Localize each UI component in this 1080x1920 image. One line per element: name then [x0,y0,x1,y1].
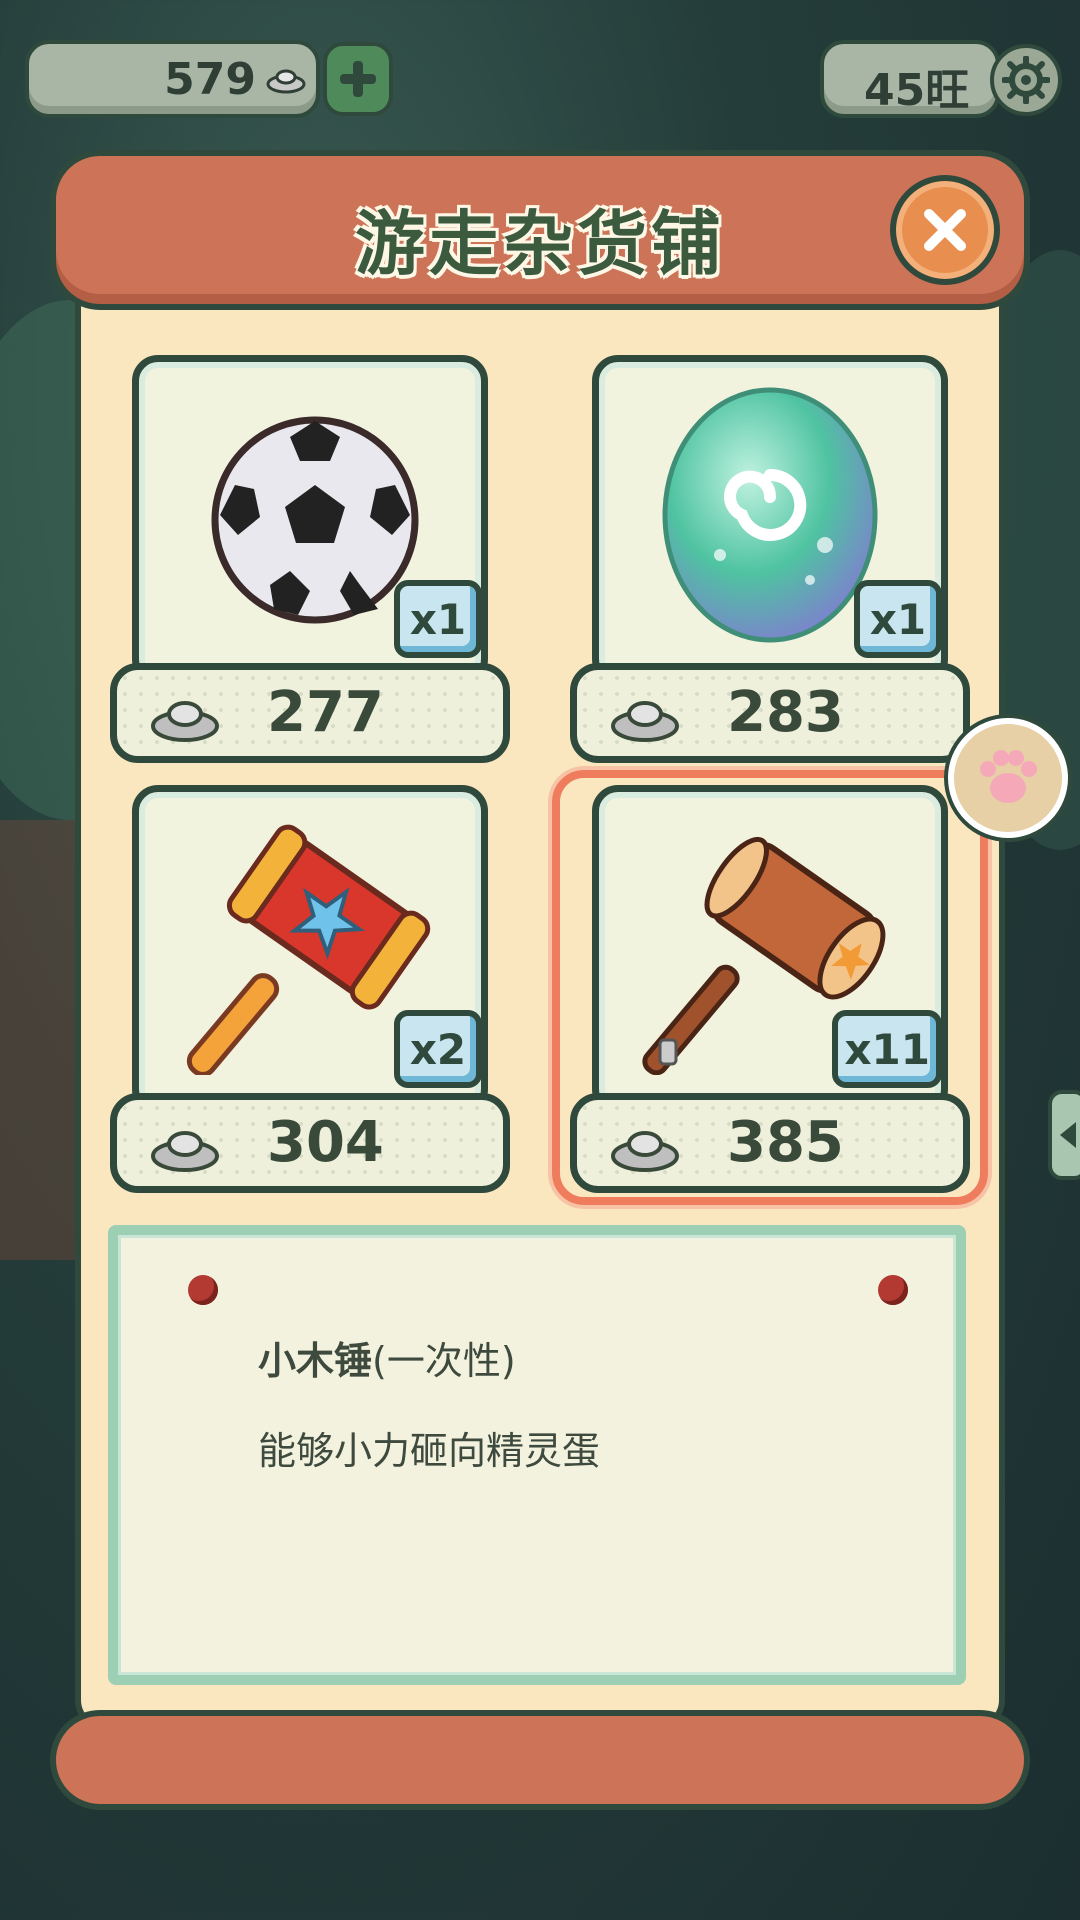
close-icon [924,209,966,251]
quantity-badge: x2 [394,1010,482,1088]
arrow-left-icon [1060,1122,1076,1148]
side-panel-toggle[interactable] [1048,1090,1080,1180]
paw-icon [980,750,1037,803]
shop-footer [50,1710,1030,1810]
level-display: 45旺 [820,40,1000,118]
currency-amount: 579 [164,54,256,105]
shop-item-card-selected[interactable]: x11 385 [570,785,970,1195]
item-price: 283 [727,680,844,745]
add-currency-button[interactable] [323,42,393,116]
silver-ingot-icon [151,701,219,742]
pin-icon [878,1275,908,1305]
settings-button[interactable] [990,44,1062,116]
plus-icon [340,61,376,97]
pin-icon [188,1275,218,1305]
quantity-badge: x11 [832,1010,942,1088]
shop-item-card[interactable]: x1 277 [110,355,510,765]
item-name: 小木锤(一次性) [258,1330,516,1385]
quantity-badge: x1 [394,580,482,658]
shop-title: 游走杂货铺 [355,203,725,285]
silver-ingot-icon [611,1131,679,1172]
level-amount: 45旺 [864,65,970,116]
item-description: 能够小力砸向精灵蛋 [258,1429,601,1473]
silver-ingot-icon [266,69,306,94]
price-button[interactable]: 304 [110,1093,510,1193]
item-description-panel: 小木锤(一次性) 能够小力砸向精灵蛋 [108,1225,966,1685]
paw-button[interactable] [948,718,1068,838]
shop-item-card[interactable]: x2 304 [110,785,510,1195]
shop-header: 游走杂货铺 [50,150,1030,310]
item-price: 277 [267,680,384,745]
shop-item-card[interactable]: x1 283 [570,355,970,765]
item-price: 304 [267,1110,384,1175]
quantity-badge: x1 [854,580,942,658]
item-name-suffix: (一次性) [372,1339,516,1383]
silver-ingot-icon [611,701,679,742]
price-button[interactable]: 385 [570,1093,970,1193]
currency-display: 579 [25,40,320,118]
price-button[interactable]: 277 [110,663,510,763]
price-button[interactable]: 283 [570,663,970,763]
gear-icon [1002,56,1050,104]
silver-ingot-icon [151,1131,219,1172]
item-price: 385 [727,1110,844,1175]
item-name-bold: 小木锤 [258,1339,373,1383]
close-button[interactable] [890,175,1000,285]
